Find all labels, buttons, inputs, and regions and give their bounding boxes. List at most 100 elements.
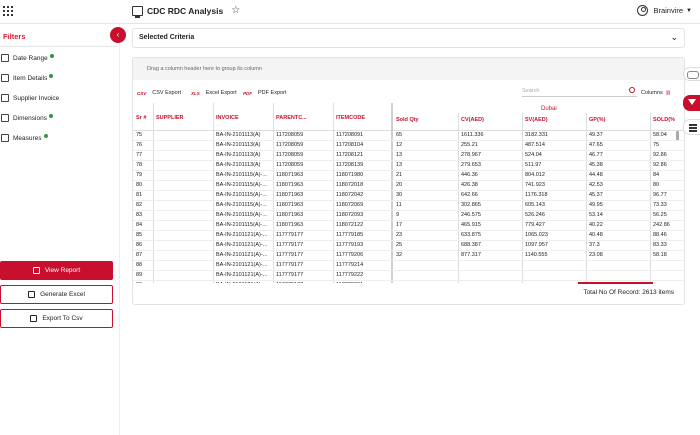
sidebar-item-supplier-invoice[interactable]: Supplier Invoice [0, 88, 118, 108]
cell-sv: 487.514 [525, 142, 545, 148]
filter-icon[interactable] [683, 95, 700, 111]
sidebar-divider [0, 46, 118, 47]
table-row[interactable]: 75 BA-IN-2101113(A) 117208059 117208091 65 16… [133, 131, 684, 141]
cell-sold-pct: 58.04 [653, 132, 667, 138]
table-row[interactable]: 84 BA-IN-2101115(A)-... 118071963 118072122… [133, 221, 684, 231]
cell-cv: 688.387 [461, 242, 481, 248]
generate-excel-button[interactable]: Generate Excel [0, 285, 113, 304]
item-details-icon [1, 74, 9, 82]
cell-parentcode: 117779177 [276, 242, 304, 248]
header-itemcode[interactable]: ITEMCODE [336, 115, 365, 121]
view-report-label: View Report [44, 267, 81, 274]
table-row[interactable]: 85 BA-IN-2101121(A)-... 117779177 117779185… [133, 231, 684, 241]
table-row[interactable]: 88 BA-IN-2101121(A)-... 117779177 117779214 [133, 261, 684, 271]
cell-sold-pct: 88.46 [653, 232, 667, 238]
toggle-icon[interactable] [683, 67, 700, 81]
collapse-sidebar-button[interactable]: ‹ [110, 27, 126, 43]
cell-sold-qty: 23 [396, 232, 403, 238]
total-records: Total No Of Record: 2613 items [583, 289, 674, 296]
horizontal-scrollbar[interactable] [578, 282, 653, 284]
cell-sv: 741.923 [525, 182, 545, 188]
sidebar-item-date-range[interactable]: Date Range [0, 48, 118, 68]
columns-chooser-button[interactable]: Columns ▥ [641, 90, 670, 96]
header-cv[interactable]: CV(AED) [461, 117, 484, 123]
table-row[interactable]: 80 BA-IN-2101115(A)-... 118071963 118072018… [133, 181, 684, 191]
cell-sold-pct: 96.77 [653, 192, 667, 198]
selected-criteria-panel[interactable]: Selected Criteria ⌄ [132, 28, 685, 48]
sidebar-item-measures[interactable]: Measures [0, 128, 118, 148]
cell-cv: 465.915 [461, 222, 481, 228]
cell-sold-qty: 20 [396, 182, 403, 188]
header-sold-qty[interactable]: Sold Qty [396, 117, 419, 123]
chevron-down-icon[interactable]: ⌄ [670, 32, 678, 43]
cell-itemcode: 118072122 [336, 222, 364, 228]
grid-search-input[interactable]: Search [522, 86, 637, 97]
cell-sv: 1097.957 [525, 242, 548, 248]
cell-gp: 46.77 [589, 152, 603, 158]
sidebar-item-dimensions[interactable]: Dimensions [0, 108, 118, 128]
cell-invoice: BA-IN-2101113(A) [216, 132, 261, 138]
table-row[interactable]: 87 BA-IN-2101121(A)-... 117779177 117779206… [133, 251, 684, 261]
sidebar-item-item-details[interactable]: Item Details [0, 68, 118, 88]
view-report-button[interactable]: View Report [0, 261, 113, 280]
cell-sv: 605.143 [525, 202, 545, 208]
table-row[interactable]: 86 BA-IN-2101121(A)-... 117779177 117779193… [133, 241, 684, 251]
export-csv-button[interactable]: Export To Csv [0, 309, 113, 328]
header-gp[interactable]: GP(%) [589, 117, 606, 123]
excel-export-button[interactable]: XLS Excel Export [191, 90, 237, 96]
header-sold-pct[interactable]: SOLD(% [653, 117, 675, 123]
cell-sv: 779.427 [525, 222, 545, 228]
group-header-dubai: Dubai [541, 106, 557, 112]
list-icon[interactable] [683, 119, 700, 135]
app-title-area: CDC RDC Analysis ☆ [132, 5, 240, 18]
cell-parentcode: 117779177 [276, 252, 304, 258]
cell-sv: 511.97 [525, 162, 542, 168]
table-row[interactable]: 82 BA-IN-2101115(A)-... 118071963 118072069… [133, 201, 684, 211]
cell-itemcode: 117779214 [336, 262, 364, 268]
cell-gp: 40.48 [589, 232, 603, 238]
columns-label: Columns [641, 90, 663, 96]
header-sv[interactable]: SV(AED) [525, 117, 548, 123]
table-row[interactable]: 76 BA-IN-2101113(A) 117208059 117208104 12 25… [133, 141, 684, 151]
header-sr[interactable]: Sr # [136, 115, 146, 121]
cell-sold-qty: 25 [396, 242, 403, 248]
clear-search-icon[interactable] [629, 87, 635, 93]
header-parentcode[interactable]: PARENTC... [276, 115, 307, 121]
table-row[interactable]: 78 BA-IN-2101113(A) 117208059 117208139 13 27… [133, 161, 684, 171]
cell-sr: 83 [136, 212, 143, 218]
cell-gp: 49.95 [589, 202, 603, 208]
cell-sold-qty: 13 [396, 162, 403, 168]
cell-sr: 81 [136, 192, 143, 198]
cell-invoice: BA-IN-2101115(A)-... [216, 172, 267, 178]
cell-sr: 79 [136, 172, 143, 178]
cell-gp: 23.08 [589, 252, 603, 258]
table-row[interactable]: 83 BA-IN-2101115(A)-... 118071963 118072093… [133, 211, 684, 221]
header-supplier[interactable]: SUPPLIER [156, 115, 184, 121]
cell-cv: 633.875 [461, 232, 481, 238]
cell-cv: 446.36 [461, 172, 478, 178]
table-row[interactable]: 79 BA-IN-2101115(A)-... 118071963 118071980… [133, 171, 684, 181]
cell-sr: 85 [136, 232, 143, 238]
export-csv-label: Export To Csv [42, 315, 83, 322]
pdf-export-button[interactable]: PDF PDF Export [243, 90, 286, 96]
cell-parentcode: 118071963 [276, 172, 304, 178]
cell-gp: 42.53 [589, 182, 603, 188]
cell-invoice: BA-IN-2101121(A)-... [216, 252, 268, 258]
table-row[interactable]: 77 BA-IN-2101113(A) 117208059 117208121 13 27… [133, 151, 684, 161]
caret-down-icon: ▼ [686, 7, 692, 14]
chevron-left-icon: ‹ [116, 30, 120, 39]
star-icon[interactable]: ☆ [231, 5, 240, 16]
cell-invoice: BA-IN-2101121(A)-... [216, 272, 268, 278]
group-panel[interactable]: Drag a column header here to group its c… [133, 58, 684, 80]
user-menu[interactable]: Brainvire ▼ [637, 5, 692, 16]
cell-parentcode: 118071963 [276, 192, 304, 198]
cell-sold-pct: 75 [653, 142, 660, 148]
csv-export-button[interactable]: CSV CSV Export [137, 90, 181, 96]
cell-sv: 804.012 [525, 172, 545, 178]
table-row[interactable]: 81 BA-IN-2101115(A)-... 118071963 118072042… [133, 191, 684, 201]
header-invoice[interactable]: INVOICE [216, 115, 239, 121]
apps-grid-icon[interactable] [3, 6, 13, 16]
table-row[interactable]: 89 BA-IN-2101121(A)-... 117779177 117779222 [133, 271, 684, 281]
pdf-file-icon: PDF [243, 90, 252, 96]
cell-sr: 84 [136, 222, 143, 228]
